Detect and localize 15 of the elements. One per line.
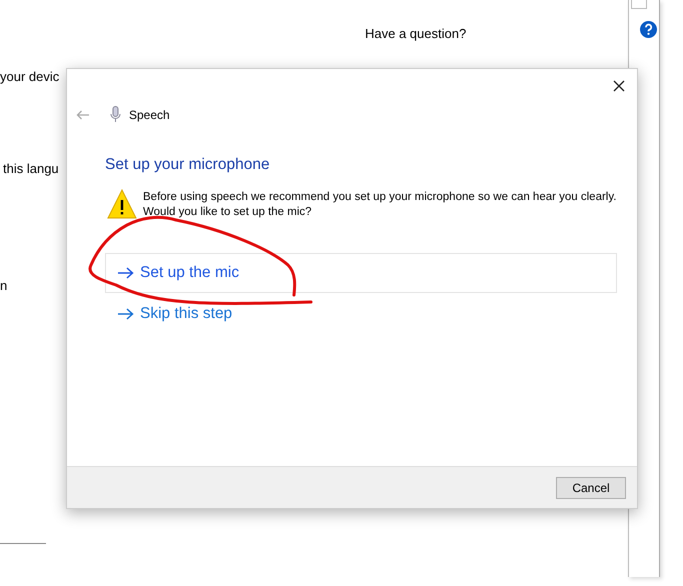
dialog-title: Set up your microphone bbox=[105, 156, 271, 174]
help-icon[interactable] bbox=[640, 21, 657, 38]
arrow-icon bbox=[118, 267, 134, 279]
cancel-button[interactable]: Cancel bbox=[556, 476, 626, 498]
setting-text: this langu bbox=[3, 161, 59, 176]
help-heading: Have a question? bbox=[365, 26, 468, 41]
warning-icon bbox=[107, 189, 137, 219]
microphone-icon bbox=[110, 106, 121, 123]
setting-text: n bbox=[0, 278, 8, 293]
message-text: Before using speech we recommend you set up your microphone so we can hear you clearly. Would you like to set up the mic? bbox=[143, 190, 617, 220]
arrow-icon bbox=[118, 308, 134, 320]
option-link[interactable]: Skip this step bbox=[105, 299, 617, 329]
app-label: Speech bbox=[129, 108, 170, 122]
setting-text: your devic bbox=[0, 69, 60, 84]
option-link[interactable]: Set up the mic bbox=[105, 253, 617, 293]
